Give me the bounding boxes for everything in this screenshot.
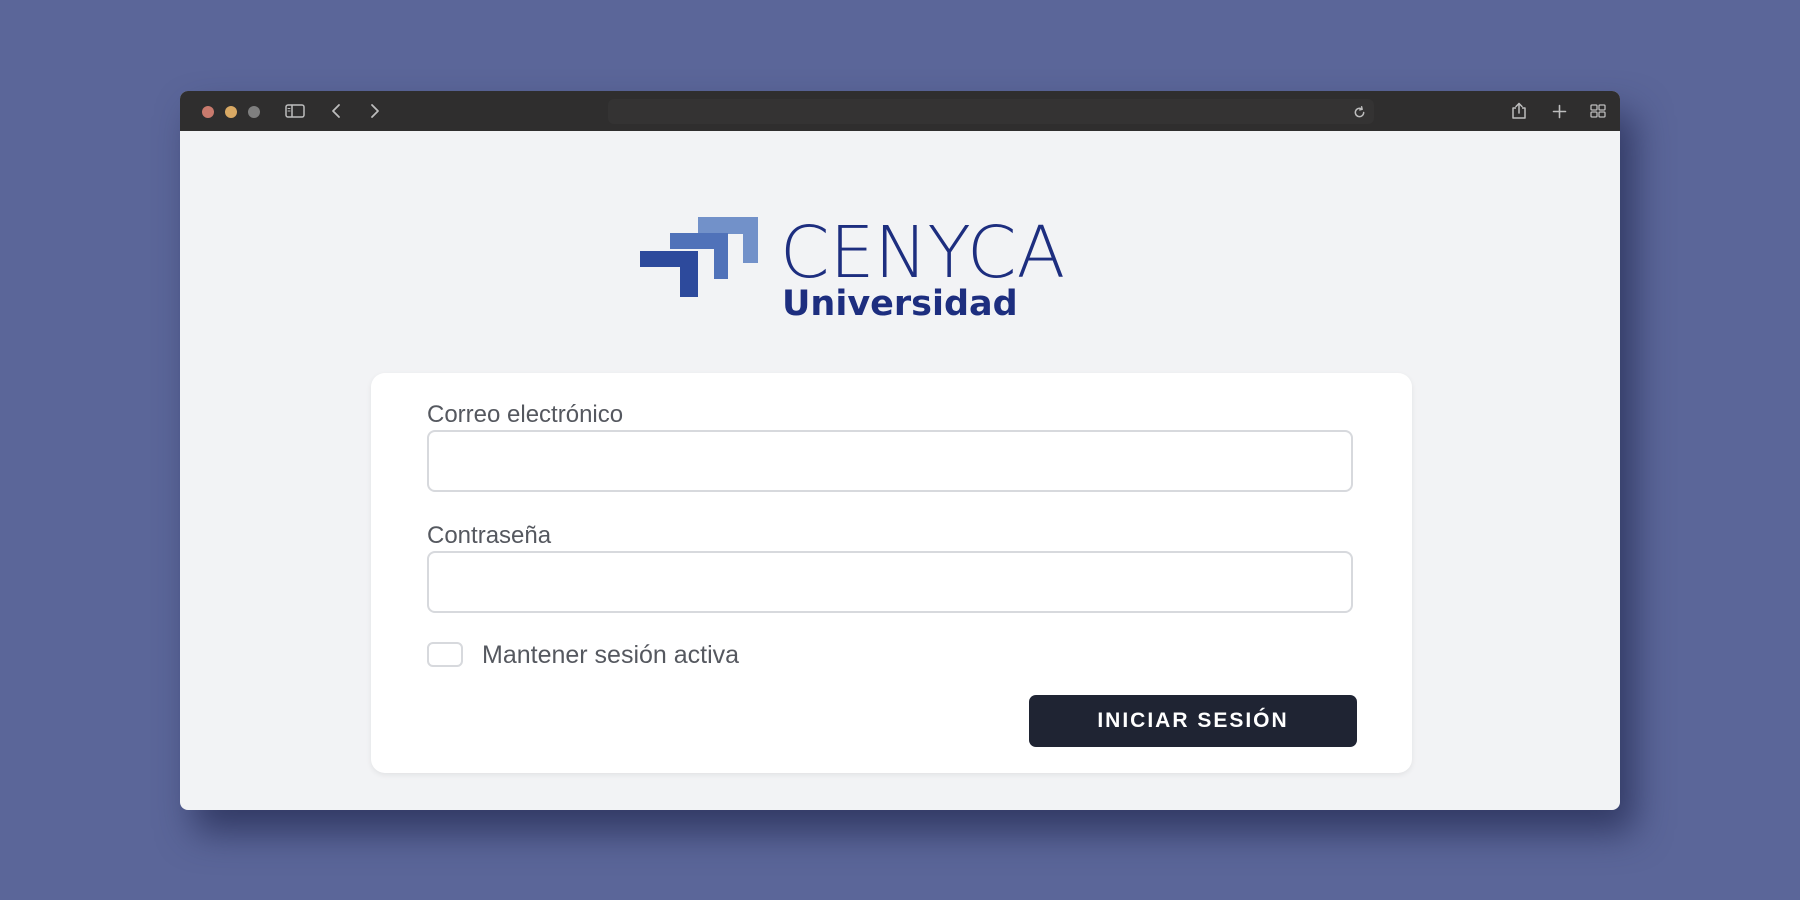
browser-window: CENYCA Universidad Correo electrónico Co…: [180, 91, 1620, 810]
remember-session-checkbox[interactable]: [427, 642, 463, 667]
login-button[interactable]: INICIAR SESIÓN: [1029, 695, 1357, 747]
email-label: Correo electrónico: [427, 401, 624, 428]
tabs-grid-icon[interactable]: [1588, 99, 1608, 123]
password-field[interactable]: [427, 551, 1353, 613]
reload-icon[interactable]: [1348, 100, 1370, 124]
logo-subtitle-text: Universidad: [782, 284, 1018, 324]
logo-brand-text: CENYCA: [780, 211, 1066, 294]
minimize-window-button[interactable]: [225, 106, 237, 118]
login-card: Correo electrónico Contraseña Mantener s…: [371, 373, 1412, 773]
chevron-right-icon[interactable]: [365, 99, 385, 123]
sidebar-icon[interactable]: [284, 99, 306, 123]
remember-session-label[interactable]: Mantener sesión activa: [482, 643, 739, 668]
password-label: Contraseña: [427, 522, 552, 549]
chevron-left-icon[interactable]: [326, 99, 346, 123]
cenyca-logo: CENYCA Universidad: [640, 215, 1170, 325]
email-field[interactable]: [427, 430, 1353, 492]
logo-mark-icon: [640, 217, 758, 297]
address-bar[interactable]: [608, 99, 1374, 124]
share-icon[interactable]: [1509, 99, 1529, 123]
browser-toolbar: [180, 91, 1620, 131]
zoom-window-button[interactable]: [248, 106, 260, 118]
close-window-button[interactable]: [202, 106, 214, 118]
plus-icon[interactable]: [1549, 99, 1569, 123]
